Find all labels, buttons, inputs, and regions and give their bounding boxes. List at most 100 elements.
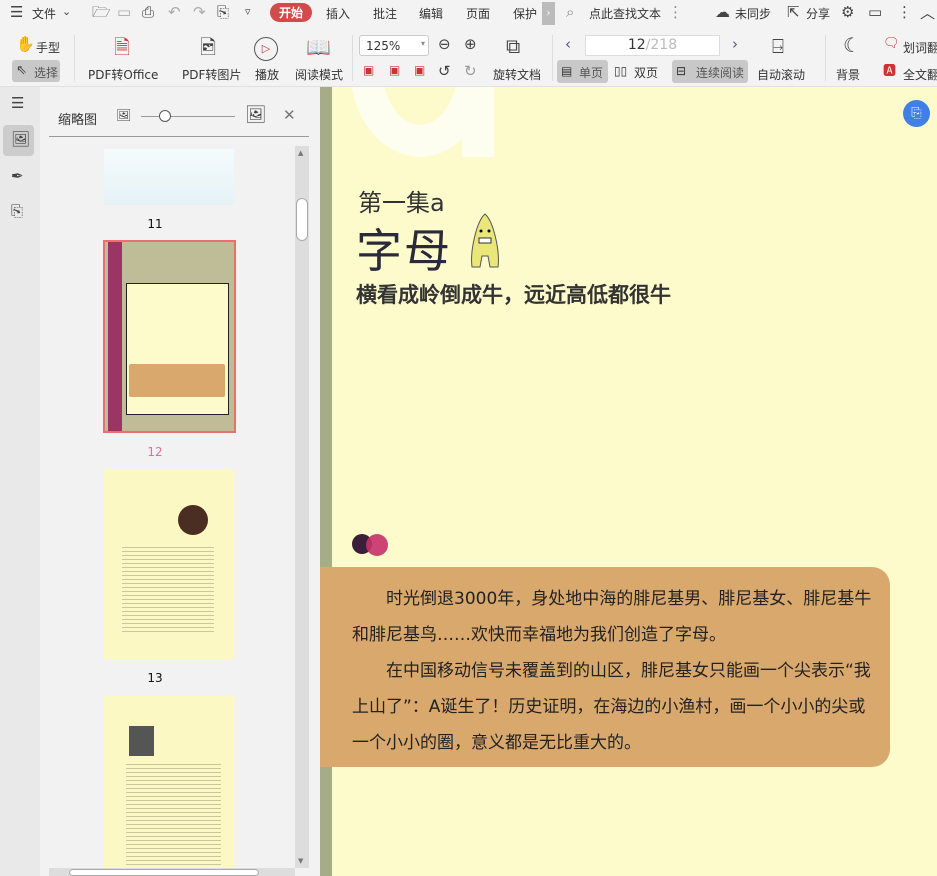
thumbnail-scrollbar[interactable]: ▲ ▼ [295,146,309,868]
tab-edit[interactable]: 编辑 [419,5,443,22]
zoom-out-icon[interactable]: ⊖ [438,37,451,52]
gear-icon[interactable]: ⚙ [841,5,854,20]
rotate-right-icon[interactable]: ↻ [464,64,477,79]
hand-icon: ✋ [16,35,35,53]
convert-float-button[interactable]: ⎘ [903,100,930,127]
background-button[interactable]: 背景 [836,66,860,83]
read-mode-button[interactable]: 阅读模式 [295,66,343,83]
comment-icon[interactable]: ▭ [868,5,882,20]
more-vertical-icon[interactable]: ⋮ [668,5,683,20]
hand-tool[interactable]: 手型 [36,39,60,56]
tabs-scroll-right[interactable]: › [542,2,555,25]
outline-icon[interactable]: ☰ [11,96,24,111]
word-translate-icon: 🗨 [883,36,900,51]
search-input[interactable]: 点此查找文本 [589,5,661,22]
print-icon[interactable]: ⎙ [142,5,154,20]
small-image-icon: 🖼 [116,108,132,122]
share-button[interactable]: 分享 [806,5,830,22]
auto-scroll-button[interactable]: 自动滚动 [757,66,805,83]
chevron-down-icon[interactable]: ⌄ [62,6,71,17]
actual-size-icon[interactable]: ▣ [363,64,374,76]
left-icon-strip: ☰ 🖼 ✒ ⎘ [0,87,40,876]
full-translate-icon: 🅰 [883,64,897,79]
document-view: 第一集a 字母 横看成岭倒成牛，远近高低都很牛 时光倒退3000年，身处地中海的… [320,87,937,876]
tab-page[interactable]: 页面 [466,5,490,22]
page-number-input[interactable]: 12/218 [585,35,720,56]
page-number-label: 13 [147,671,163,685]
next-page-icon[interactable]: › [732,37,738,52]
tab-start[interactable]: 开始 [270,3,313,22]
thumbnail-tab[interactable]: 🖼 [3,125,34,156]
prev-page-icon[interactable]: ‹ [565,37,571,52]
fit-page-icon[interactable]: ▣ [389,64,400,76]
zoom-in-icon[interactable]: ⊕ [464,37,477,52]
tab-annotate[interactable]: 批注 [373,5,397,22]
collapse-ribbon-icon[interactable]: ︿ [920,6,935,21]
close-icon[interactable]: ✕ [283,108,296,123]
pdf-to-office-icon: 🗎 [114,35,131,59]
ribbon-toolbar: ✋ 手型 ⇖ 选择 🗎 PDF转Office 🖻 PDF转图片 ▷ 播放 📖 阅… [0,27,937,87]
select-tool[interactable]: ⇖ 选择 [12,60,60,82]
search-icon: ⌕ [566,3,575,21]
hamburger-icon[interactable]: ☰ [10,5,23,20]
single-page-icon: ▤ [561,64,573,78]
tab-insert[interactable]: 插入 [326,5,350,22]
redo-icon[interactable]: ↷ [193,5,206,20]
book-icon: 📖 [306,35,331,59]
undo-icon[interactable]: ↶ [168,5,181,20]
thumbnail-page-11[interactable] [104,149,234,205]
pdf-to-office-button[interactable]: PDF转Office [88,66,158,83]
continuous-icon: ⊟ [676,64,687,78]
episode-label: 第一集a [358,189,445,217]
zoom-select[interactable]: 125% ▾ [359,35,429,56]
save-icon[interactable]: ▭ [117,5,131,20]
continuous-read-button[interactable]: ⊟ 连续阅读 [672,60,748,83]
rotate-doc-button[interactable]: 旋转文档 [493,66,541,83]
pen-icon[interactable]: ✒ [11,169,24,184]
play-icon: ▷ [254,37,278,61]
horizontal-scrollbar[interactable] [49,868,295,876]
double-page-button[interactable]: 双页 [634,64,658,81]
word-translate-button[interactable]: 划词翻 [903,39,937,56]
file-menu[interactable]: 文件 [32,5,56,22]
thumbnail-panel: 缩略图 🖼 🖼 ✕ 11 12 13 ▲ ▼ [40,87,320,876]
more-dropdown-icon[interactable]: ▿ [245,6,251,17]
export-icon[interactable]: ⎘ [217,5,229,20]
slider-handle[interactable] [158,110,171,122]
more-icon[interactable]: ⋮ [897,5,912,20]
play-button[interactable]: 播放 [255,66,279,83]
decorative-dots [366,534,388,556]
fit-width-icon[interactable]: ▣ [414,64,425,76]
thumbnail-size-slider[interactable] [141,116,235,117]
rotate-left-icon[interactable]: ↺ [438,64,451,79]
chevron-down-icon: ▾ [420,39,425,48]
thumbnail-icon: 🖼 [11,130,31,148]
tab-bar: ☰ 文件 ⌄ 🗁 ▭ ⎙ ↶ ↷ ⎘ ▿ 开始 插入 批注 编辑 页面 保护 ›… [0,0,937,27]
single-page-button[interactable]: ▤ 单页 [557,60,608,83]
moon-icon: ☾ [843,33,861,57]
intro-paragraph-2: 在中国移动信号未覆盖到的山区，腓尼基女只能画一个尖表示“我上山了”：A诞生了！历… [352,661,871,753]
tab-protect[interactable]: 保护 [513,5,537,22]
cursor-icon: ⇖ [16,63,27,78]
panel-title: 缩略图 [58,113,98,128]
thumbnail-page-14[interactable] [104,696,234,876]
large-image-icon: 🖼 [245,105,267,125]
page-number-label: 11 [147,217,163,231]
intro-paragraph-1: 时光倒退3000年，身处地中海的腓尼基男、腓尼基女、腓尼基牛和腓尼基鸟……欢快而… [352,589,872,645]
open-icon[interactable]: 🗁 [92,5,111,20]
pdf-to-image-button[interactable]: PDF转图片 [182,66,241,83]
thumbnail-page-13[interactable] [104,469,234,659]
chapter-subtitle: 横看成岭倒成牛，远近高低都很牛 [356,282,671,307]
share-icon: ⇱ [787,3,800,21]
auto-scroll-icon: ⍈ [772,34,784,58]
thumbnail-page-12[interactable] [103,240,236,433]
sync-status[interactable]: 未同步 [735,5,771,22]
chapter-title: 字母 [356,224,452,278]
full-translate-button[interactable]: 全文翻 [903,66,937,83]
scrollbar-thumb[interactable] [296,198,308,241]
double-page-icon: ▯▯ [614,64,628,78]
cloud-icon: ☁ [715,3,730,21]
rotate-doc-icon: ⧉ [506,34,521,58]
pdf-to-image-icon: 🖻 [200,35,217,59]
page-number-label-selected: 12 [147,445,163,459]
